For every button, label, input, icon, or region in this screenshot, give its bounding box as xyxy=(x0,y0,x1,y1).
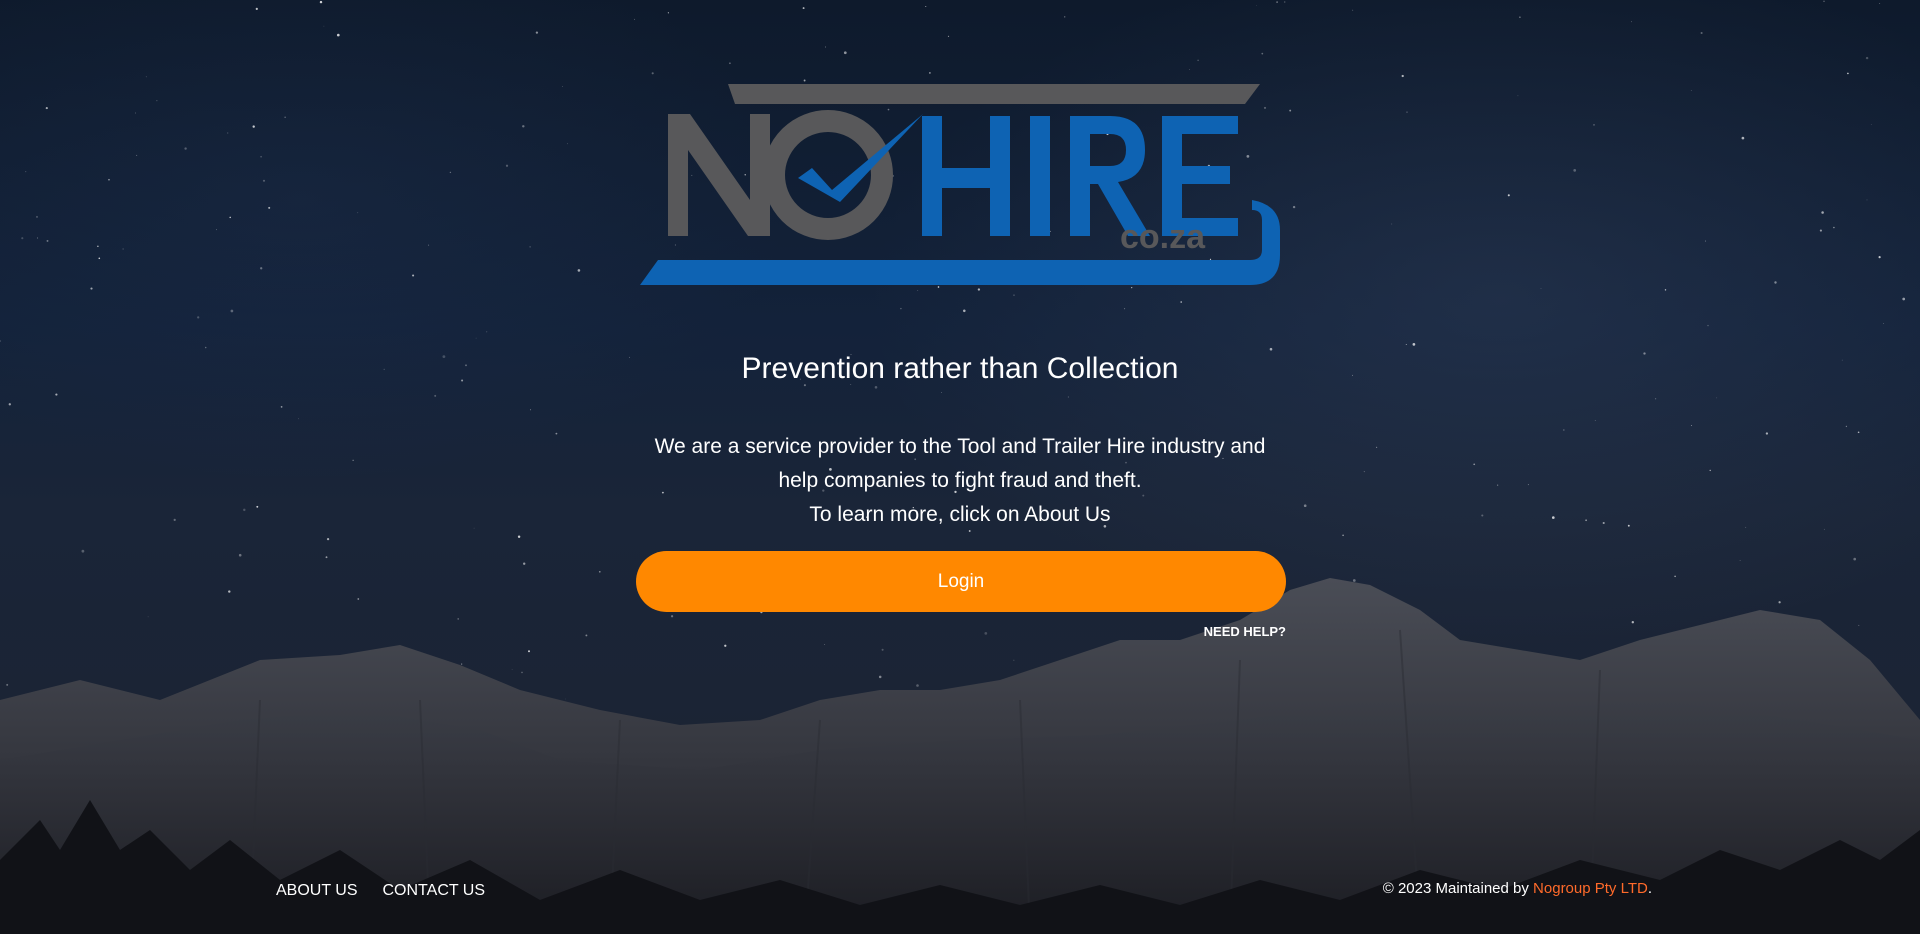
copyright-prefix: © 2023 Maintained by xyxy=(1382,880,1534,897)
footer-nav: ABOUT US CONTACT US xyxy=(276,882,485,900)
description: We are a service provider to the Tool an… xyxy=(610,430,1310,532)
contact-us-link[interactable]: CONTACT US xyxy=(383,882,486,900)
logo-domain-text: co.za xyxy=(1120,218,1206,256)
nohire-logo: co.za xyxy=(640,84,1280,285)
login-page: co.za Prevention rather than Collection … xyxy=(0,0,1920,934)
company-link[interactable]: Nogroup Pty LTD xyxy=(1533,880,1648,897)
description-line: We are a service provider to the Tool an… xyxy=(654,435,1266,458)
need-help-link[interactable]: NEED HELP? xyxy=(1100,624,1286,639)
copyright-suffix: . xyxy=(1647,880,1652,897)
tagline: Prevention rather than Collection xyxy=(741,352,1179,385)
about-us-link[interactable]: ABOUT US xyxy=(276,882,358,900)
description-line: help companies to fight fraud and theft. xyxy=(778,469,1142,492)
copyright: © 2023 Maintained by Nogroup Pty LTD. xyxy=(1383,880,1652,897)
description-line: To learn more, click on About Us xyxy=(809,503,1111,526)
login-button[interactable]: Login xyxy=(636,551,1286,612)
